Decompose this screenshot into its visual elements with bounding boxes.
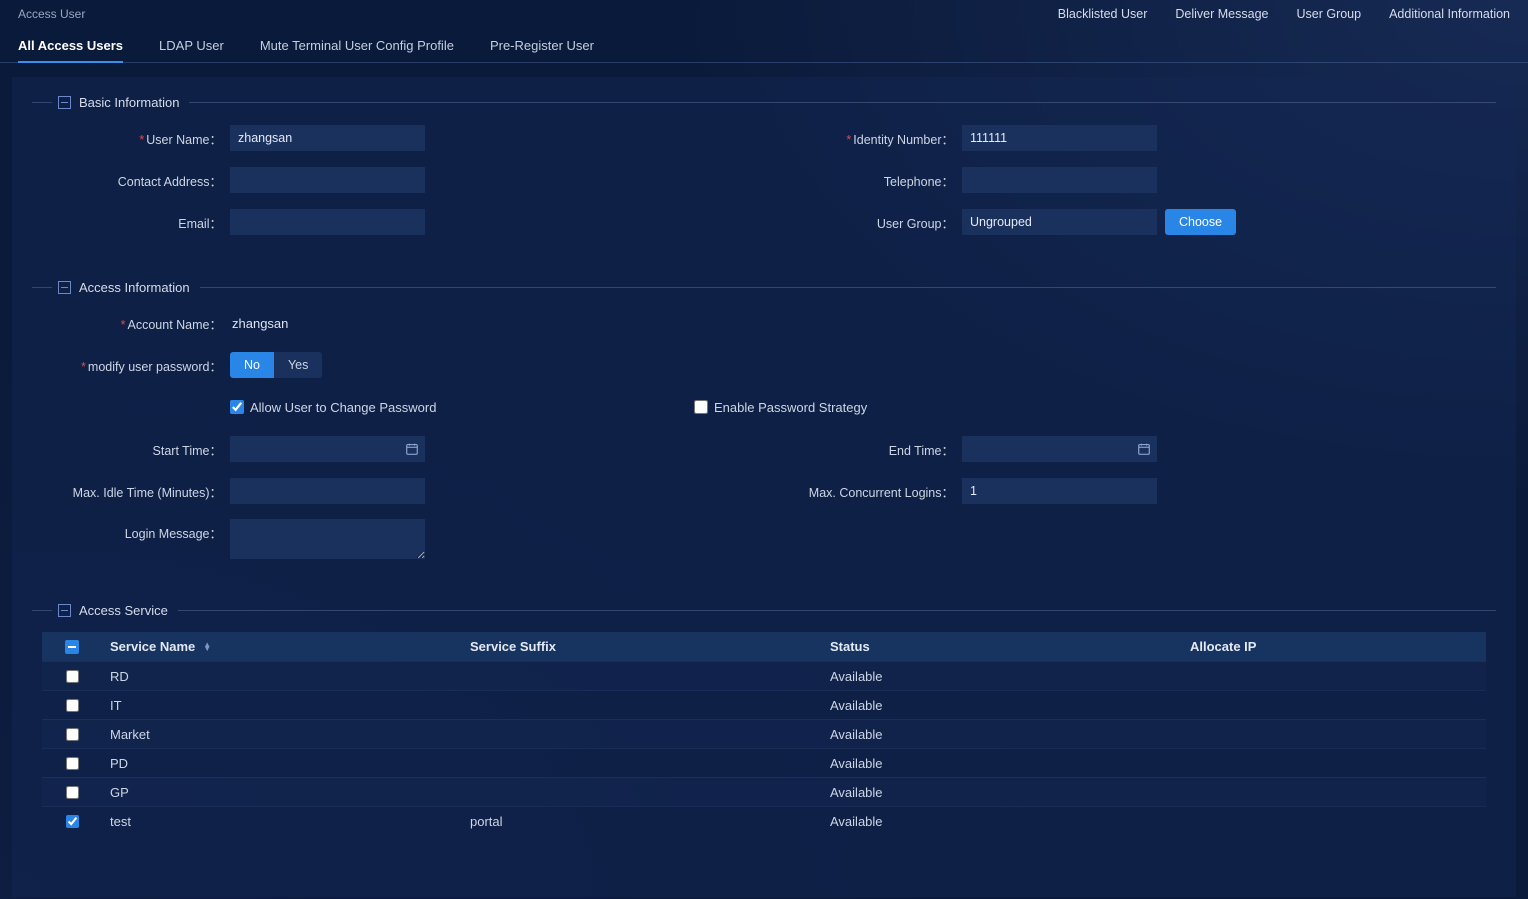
label-identity: Identity Number： — [853, 133, 954, 147]
tab-pre-register-user[interactable]: Pre-Register User — [490, 28, 594, 62]
label-login-msg: Login Message： — [125, 527, 222, 541]
select-all-checkbox[interactable] — [65, 640, 79, 654]
contact-field[interactable] — [230, 167, 425, 193]
cell-name: PD — [102, 756, 462, 771]
collapse-icon[interactable] — [58, 281, 71, 294]
collapse-icon[interactable] — [58, 96, 71, 109]
enable-strategy-input[interactable] — [694, 400, 708, 414]
enable-strategy-label: Enable Password Strategy — [714, 400, 867, 415]
label-account: Account Name： — [128, 318, 222, 332]
label-telephone: Telephone： — [884, 175, 954, 189]
label-usergroup: User Group： — [877, 217, 954, 231]
row-checkbox[interactable] — [66, 728, 79, 741]
label-max-idle: Max. Idle Time (Minutes)： — [73, 486, 222, 500]
choose-button[interactable]: Choose — [1165, 209, 1236, 235]
table-row: PD Available — [42, 748, 1486, 777]
top-link-user-group[interactable]: User Group — [1296, 7, 1361, 21]
section-access: Access Information *Account Name： zhangs… — [32, 280, 1496, 573]
page-title: Access User — [18, 7, 85, 21]
collapse-icon[interactable] — [58, 604, 71, 617]
legend-access: Access Information — [32, 280, 1496, 295]
cell-suffix: portal — [462, 814, 822, 829]
table-row: Market Available — [42, 719, 1486, 748]
table-row: RD Available — [42, 661, 1486, 690]
label-username: User Name： — [146, 133, 222, 147]
section-service: Access Service Service Name ▲▼ Service S… — [32, 603, 1496, 835]
legend-basic: Basic Information — [32, 95, 1496, 110]
cell-status: Available — [822, 785, 1182, 800]
service-table: Service Name ▲▼ Service Suffix Status Al… — [42, 632, 1486, 835]
cell-status: Available — [822, 698, 1182, 713]
table-row: GP Available — [42, 777, 1486, 806]
col-name[interactable]: Service Name — [110, 639, 195, 654]
row-checkbox[interactable] — [66, 815, 79, 828]
tab-mute-terminal-user-config-profile[interactable]: Mute Terminal User Config Profile — [260, 28, 454, 62]
label-max-conc: Max. Concurrent Logins： — [809, 486, 954, 500]
cell-status: Available — [822, 727, 1182, 742]
toggle-yes[interactable]: Yes — [274, 352, 322, 378]
row-checkbox[interactable] — [66, 699, 79, 712]
tab-ldap-user[interactable]: LDAP User — [159, 28, 224, 62]
table-header: Service Name ▲▼ Service Suffix Status Al… — [42, 632, 1486, 661]
cell-name: GP — [102, 785, 462, 800]
tab-all-access-users[interactable]: All Access Users — [18, 28, 123, 63]
label-email: Email： — [178, 217, 222, 231]
top-link-deliver-message[interactable]: Deliver Message — [1175, 7, 1268, 21]
cell-name: test — [102, 814, 462, 829]
label-modify-password: modify user password： — [88, 360, 222, 374]
cell-status: Available — [822, 669, 1182, 684]
account-value: zhangsan — [230, 316, 288, 331]
label-end-time: End Time： — [889, 444, 954, 458]
allow-change-checkbox[interactable]: Allow User to Change Password — [230, 400, 436, 415]
label-start-time: Start Time： — [153, 444, 222, 458]
row-checkbox[interactable] — [66, 670, 79, 683]
cell-status: Available — [822, 756, 1182, 771]
email-field[interactable] — [230, 209, 425, 235]
sort-icon[interactable]: ▲▼ — [203, 643, 211, 651]
legend-service-label: Access Service — [79, 603, 168, 618]
telephone-field[interactable] — [962, 167, 1157, 193]
legend-access-label: Access Information — [79, 280, 190, 295]
modify-password-toggle[interactable]: No Yes — [230, 352, 322, 378]
allow-change-label: Allow User to Change Password — [250, 400, 436, 415]
toggle-no[interactable]: No — [230, 352, 274, 378]
start-time-field[interactable] — [230, 436, 425, 462]
login-msg-field[interactable] — [230, 519, 425, 559]
row-checkbox[interactable] — [66, 786, 79, 799]
end-time-field[interactable] — [962, 436, 1157, 462]
col-ip: Allocate IP — [1182, 639, 1486, 654]
cell-name: RD — [102, 669, 462, 684]
col-suffix: Service Suffix — [462, 639, 822, 654]
top-link-blacklisted-user[interactable]: Blacklisted User — [1058, 7, 1148, 21]
table-row: IT Available — [42, 690, 1486, 719]
allow-change-input[interactable] — [230, 400, 244, 414]
top-links: Blacklisted User Deliver Message User Grou… — [1058, 7, 1510, 21]
top-link-additional-information[interactable]: Additional Information — [1389, 7, 1510, 21]
username-field[interactable] — [230, 125, 425, 151]
max-idle-field[interactable] — [230, 478, 425, 504]
identity-field[interactable] — [962, 125, 1157, 151]
max-conc-field[interactable] — [962, 478, 1157, 504]
table-row: testportalAvailable — [42, 806, 1486, 835]
usergroup-field[interactable] — [962, 209, 1157, 235]
tab-bar: All Access Users LDAP User Mute Terminal U… — [0, 28, 1528, 63]
row-checkbox[interactable] — [66, 757, 79, 770]
enable-strategy-checkbox[interactable]: Enable Password Strategy — [694, 400, 867, 415]
legend-service: Access Service — [32, 603, 1496, 618]
section-basic: Basic Information *User Name： *Identity … — [32, 95, 1496, 250]
cell-name: IT — [102, 698, 462, 713]
col-status: Status — [822, 639, 1182, 654]
legend-basic-label: Basic Information — [79, 95, 179, 110]
cell-status: Available — [822, 814, 1182, 829]
cell-name: Market — [102, 727, 462, 742]
label-contact: Contact Address： — [118, 175, 222, 189]
